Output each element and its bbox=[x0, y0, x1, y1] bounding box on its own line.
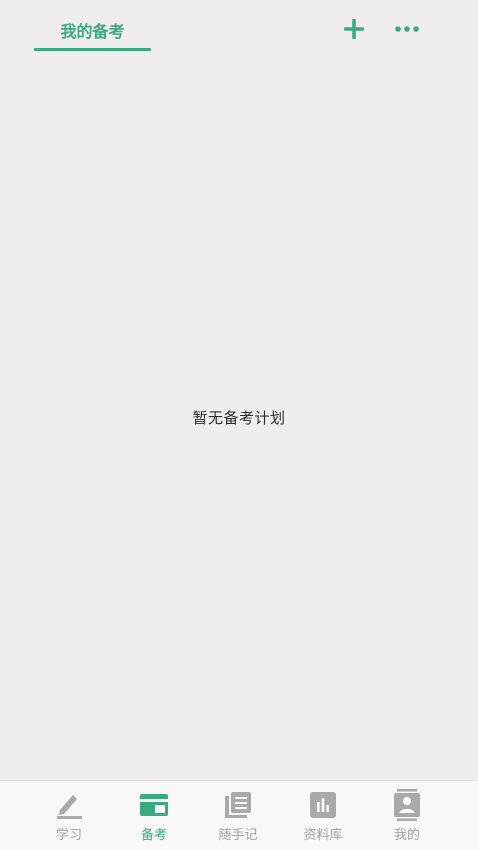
nav-item-mine[interactable]: 我的 bbox=[372, 789, 442, 845]
tab-my-prep-label: 我的备考 bbox=[60, 22, 125, 41]
nav-label-study: 学习 bbox=[55, 828, 82, 843]
nav-item-study[interactable]: 学习 bbox=[34, 789, 104, 845]
profile-icon bbox=[394, 789, 420, 821]
plus-icon bbox=[344, 19, 364, 39]
nav-item-library[interactable]: 资料库 bbox=[288, 789, 358, 845]
empty-state-message: 暂无备考计划 bbox=[192, 409, 286, 427]
app-root: 我的备考 暂无备考计划 学习 备考 随手记 资料库 我的 bbox=[0, 0, 478, 850]
nav-label-prep: 备考 bbox=[140, 828, 167, 843]
nav-item-notes[interactable]: 随手记 bbox=[203, 789, 273, 845]
tab-my-prep[interactable]: 我的备考 bbox=[34, 14, 151, 52]
bar-chart-icon bbox=[310, 792, 336, 818]
more-button[interactable] bbox=[392, 14, 422, 44]
nav-label-notes: 随手记 bbox=[218, 828, 258, 843]
notes-icon bbox=[225, 792, 251, 818]
nav-label-mine: 我的 bbox=[393, 828, 420, 843]
card-icon bbox=[140, 794, 168, 816]
nav-item-prep[interactable]: 备考 bbox=[119, 789, 189, 845]
bottom-nav: 学习 备考 随手记 资料库 我的 bbox=[0, 780, 478, 850]
add-button[interactable] bbox=[339, 14, 369, 44]
more-dots-icon bbox=[395, 26, 419, 32]
nav-label-library: 资料库 bbox=[303, 828, 343, 843]
top-header: 我的备考 bbox=[0, 0, 478, 56]
pencil-icon bbox=[57, 795, 82, 819]
tab-underline bbox=[34, 48, 151, 51]
